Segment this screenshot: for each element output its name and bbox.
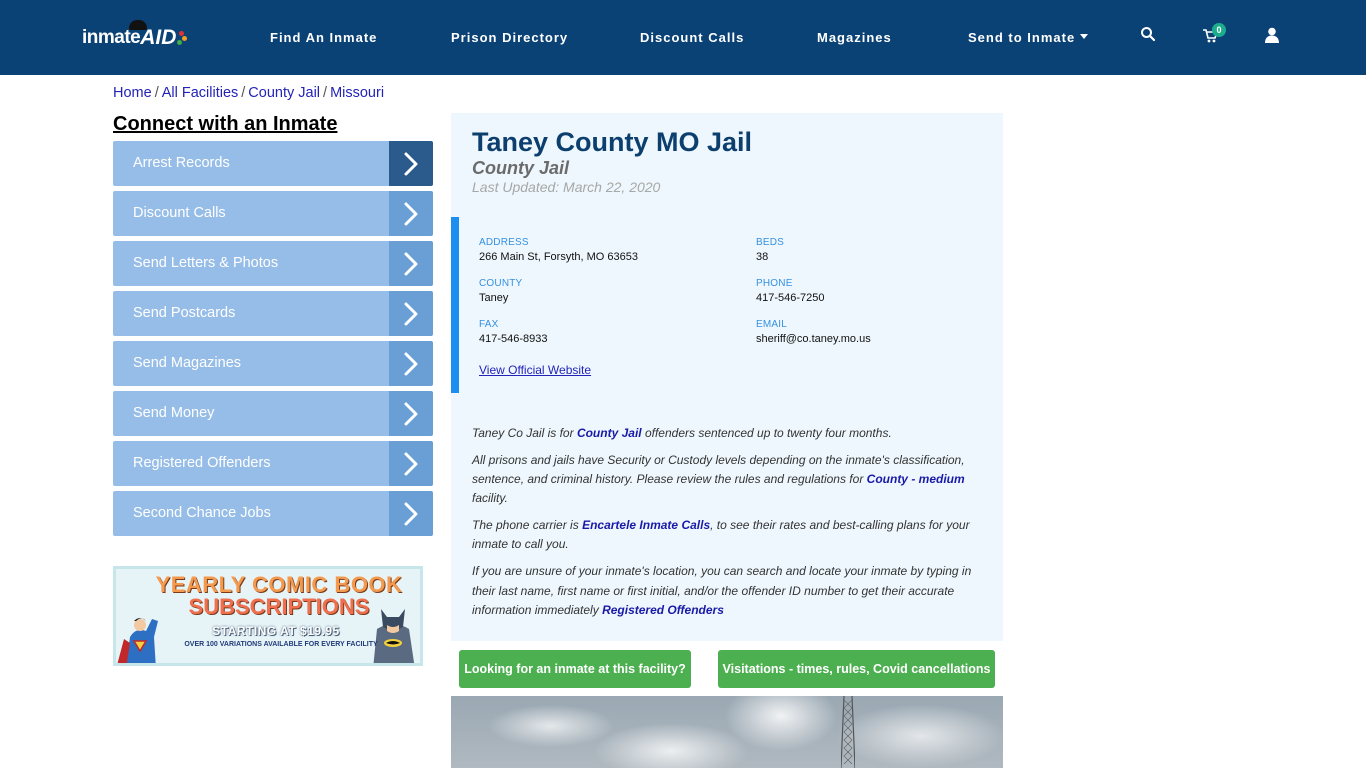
info-label: FAX <box>479 319 499 330</box>
nav-find-an-inmate[interactable]: Find An Inmate <box>270 30 377 45</box>
info-label: ADDRESS <box>479 237 529 248</box>
info-fax: FAX 417-546-8933 <box>479 319 548 345</box>
facility-info-box: ADDRESS 266 Main St, Forsyth, MO 63653 B… <box>451 217 1003 393</box>
sidebar-item-label: Discount Calls <box>113 191 389 236</box>
last-updated: Last Updated: March 22, 2020 <box>472 179 661 195</box>
view-official-website-link[interactable]: View Official Website <box>479 363 591 377</box>
sidebar-item-label: Registered Offenders <box>113 441 389 486</box>
facility-type: County Jail <box>472 158 570 178</box>
encartele-inmate-calls-link[interactable]: Encartele Inmate Calls <box>582 518 710 532</box>
sidebar-item-send-postcards[interactable]: Send Postcards <box>113 291 433 336</box>
chevron-right-icon <box>389 141 433 186</box>
sidebar-item-arrest-records[interactable]: Arrest Records <box>113 141 433 186</box>
top-navbar: inmate AID Find An Inmate Prison Directo… <box>0 0 1366 75</box>
chevron-right-icon <box>389 441 433 486</box>
sidebar-item-label: Send Money <box>113 391 389 436</box>
banner-headline-1: YEARLY COMIC BOOK <box>155 572 403 597</box>
sidebar-item-registered-offenders[interactable]: Registered Offenders <box>113 441 433 486</box>
breadcrumb-separator: / <box>241 85 246 101</box>
facility-panel: Taney County MO Jail County Jail Last Up… <box>451 113 1003 641</box>
facility-photo <box>451 696 1003 768</box>
info-email: EMAIL sheriff@co.taney.mo.us <box>756 319 871 345</box>
user-icon[interactable] <box>1265 27 1285 47</box>
description-paragraph: The phone carrier is Encartele Inmate Ca… <box>472 516 982 555</box>
sidebar-item-send-magazines[interactable]: Send Magazines <box>113 341 433 386</box>
text: offenders sentenced up to twenty four mo… <box>641 426 892 440</box>
nav-prison-directory[interactable]: Prison Directory <box>451 30 568 45</box>
sidebar-item-send-letters-photos[interactable]: Send Letters & Photos <box>113 241 433 286</box>
sidebar-menu: Arrest Records Discount Calls Send Letters… <box>113 141 433 541</box>
info-beds: BEDS 38 <box>756 237 784 263</box>
banner-price: STARTING AT $19.95 <box>212 624 340 638</box>
facility-description: Taney Co Jail is for County Jail offende… <box>472 424 982 628</box>
info-value: 266 Main St, Forsyth, MO 63653 <box>479 251 638 263</box>
find-inmate-at-facility-button[interactable]: Looking for an inmate at this facility? <box>459 650 691 688</box>
connect-with-inmate-heading: Connect with an Inmate <box>113 113 338 135</box>
description-paragraph: Taney Co Jail is for County Jail offende… <box>472 424 982 443</box>
breadcrumb-all-facilities[interactable]: All Facilities <box>162 85 239 101</box>
sidebar-item-send-money[interactable]: Send Money <box>113 391 433 436</box>
info-value: 417-546-8933 <box>479 333 548 345</box>
chevron-right-icon <box>389 241 433 286</box>
breadcrumb-missouri[interactable]: Missouri <box>330 85 384 101</box>
registered-offenders-link[interactable]: Registered Offenders <box>602 603 724 617</box>
chevron-right-icon <box>389 341 433 386</box>
breadcrumb-separator: / <box>154 85 159 101</box>
nav-magazines[interactable]: Magazines <box>817 30 892 45</box>
caret-down-icon <box>1080 34 1089 40</box>
description-paragraph: If you are unsure of your inmate's locat… <box>472 562 982 620</box>
site-logo[interactable]: inmate AID <box>82 20 188 54</box>
chevron-right-icon <box>389 191 433 236</box>
info-phone: PHONE 417-546-7250 <box>756 278 825 304</box>
radio-tower-illustration <box>841 696 855 768</box>
visitations-button[interactable]: Visitations - times, rules, Covid cancel… <box>718 650 995 688</box>
county-jail-link[interactable]: County Jail <box>577 426 642 440</box>
cart-count-badge: 0 <box>1212 23 1226 37</box>
nav-send-to-inmate[interactable]: Send to Inmate <box>968 30 1089 45</box>
nav-send-to-inmate-label: Send to Inmate <box>968 30 1076 45</box>
breadcrumb-county-jail[interactable]: County Jail <box>248 85 320 101</box>
sidebar-item-label: Second Chance Jobs <box>113 491 389 536</box>
sidebar-item-second-chance-jobs[interactable]: Second Chance Jobs <box>113 491 433 536</box>
county-medium-link[interactable]: County - medium <box>867 472 965 486</box>
facility-name: Taney County MO Jail <box>472 127 753 157</box>
info-value: 417-546-7250 <box>756 292 825 304</box>
text: The phone carrier is <box>472 518 583 533</box>
chevron-right-icon <box>389 391 433 436</box>
info-value: sheriff@co.taney.mo.us <box>756 333 871 345</box>
banner-subtext: OVER 100 VARIATIONS AVAILABLE FOR EVERY … <box>184 641 378 648</box>
info-label: COUNTY <box>479 278 523 289</box>
description-paragraph: All prisons and jails have Security or C… <box>472 451 982 509</box>
sidebar-item-label: Send Letters & Photos <box>113 241 389 286</box>
sidebar-item-label: Send Magazines <box>113 341 389 386</box>
sidebar-item-label: Send Postcards <box>113 291 389 336</box>
breadcrumb: Home / All Facilities / County Jail / Missouri <box>113 85 384 101</box>
sidebar-item-discount-calls[interactable]: Discount Calls <box>113 191 433 236</box>
info-address: ADDRESS 266 Main St, Forsyth, MO 63653 <box>479 237 638 263</box>
info-label: EMAIL <box>756 319 788 330</box>
nav-discount-calls[interactable]: Discount Calls <box>640 30 744 45</box>
breadcrumb-home[interactable]: Home <box>113 85 152 101</box>
chevron-right-icon <box>389 291 433 336</box>
chevron-right-icon <box>389 491 433 536</box>
text: Taney Co Jail is for <box>472 426 577 440</box>
comic-subscription-banner[interactable]: YEARLY COMIC BOOK SUBSCRIPTIONS STARTING… <box>113 566 423 666</box>
sidebar-item-label: Arrest Records <box>113 141 389 186</box>
info-value: Taney <box>479 292 509 304</box>
logo-text-inmate: inmate <box>82 27 141 48</box>
breadcrumb-separator: / <box>323 85 328 101</box>
info-label: PHONE <box>756 278 793 289</box>
info-label: BEDS <box>756 237 785 248</box>
text: facility. <box>472 491 508 506</box>
logo-dots-icon <box>177 31 188 45</box>
info-value: 38 <box>756 251 769 263</box>
banner-headline-2: SUBSCRIPTIONS <box>188 594 370 619</box>
logo-hat-icon <box>129 20 147 30</box>
search-icon[interactable] <box>1140 26 1160 46</box>
info-county: COUNTY Taney <box>479 278 522 304</box>
